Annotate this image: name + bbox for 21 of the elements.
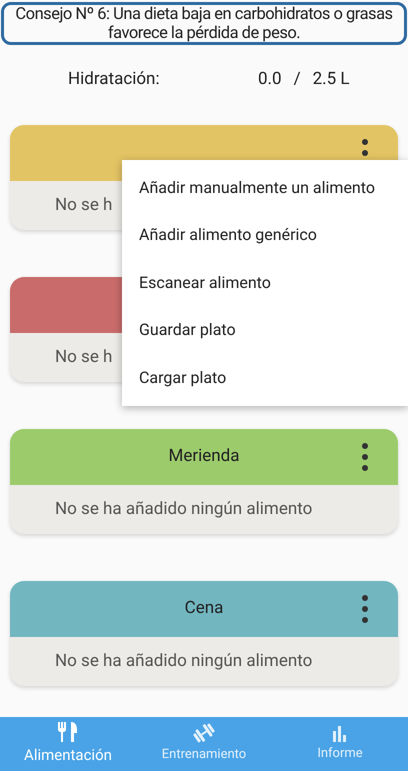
empty-meal-text: No se h (55, 346, 112, 369)
more-options-icon[interactable] (362, 443, 368, 471)
menu-item[interactable]: Añadir alimento genérico (122, 212, 408, 259)
meal-title: Merienda (168, 445, 240, 468)
menu-item[interactable]: Añadir manualmente un alimento (122, 164, 408, 212)
menu-item[interactable]: Escanear alimento (122, 259, 408, 306)
tip-banner: Consejo Nº 6: Una dieta baja en carbohidratos o grasas favorece la pérdida de peso. (1, 2, 407, 45)
meal-title: Cena (184, 597, 224, 620)
menu-item[interactable]: Cargar plato (122, 354, 408, 402)
hydration-goal: 2.5 L (312, 68, 350, 92)
more-options-icon[interactable] (362, 595, 368, 623)
menu-item[interactable]: Guardar plato (122, 306, 408, 354)
dumbbell-icon (191, 723, 217, 744)
empty-meal-text: No se h (55, 194, 112, 217)
empty-meal-text: No se ha añadido ningún alimento (55, 498, 312, 521)
fork-knife-icon (57, 722, 79, 742)
hydration-label: Hidratación: (68, 68, 161, 92)
empty-meal-text: No se ha añadido ningún alimento (55, 650, 312, 673)
bar-chart-icon (331, 724, 349, 742)
hydration-current: 0.0 (258, 68, 282, 92)
hydration-separator: / (294, 68, 301, 92)
